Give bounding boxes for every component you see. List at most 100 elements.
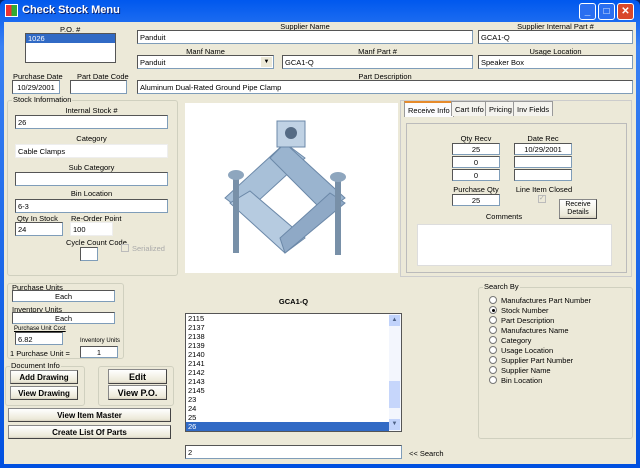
date-rec-input-2[interactable] [514, 156, 572, 168]
search-by-option[interactable]: Category [489, 335, 591, 345]
results-listbox[interactable]: 2115 2137 2138 2139 2140 2141 2142 2143 2145 23 24… [185, 313, 402, 432]
search-button[interactable]: << Search [409, 449, 444, 458]
maximize-button[interactable]: □ [598, 3, 615, 20]
manf-name-value: Panduit [140, 58, 166, 67]
result-item[interactable]: 25 [186, 413, 389, 422]
part-date-code-input[interactable] [70, 80, 127, 94]
title-bar[interactable]: Check Stock Menu _ □ ✕ [0, 0, 640, 22]
scroll-down-icon[interactable]: ▼ [389, 419, 400, 430]
manf-part-input[interactable]: GCA1-Q [282, 55, 473, 69]
tab-inv-fields[interactable]: Inv Fields [513, 101, 554, 116]
purchase-units-input[interactable]: Each [12, 290, 115, 302]
close-button[interactable]: ✕ [617, 3, 634, 20]
result-item[interactable]: 2145 [186, 386, 389, 395]
search-by-option[interactable]: Manufactures Part Number [489, 295, 591, 305]
serialized-checkbox[interactable] [121, 244, 129, 252]
result-item[interactable]: 2141 [186, 359, 389, 368]
po-item[interactable]: 1026 [26, 34, 115, 43]
search-by-option[interactable]: Supplier Name [489, 365, 591, 375]
cycle-count-code-input[interactable] [80, 247, 98, 261]
comments-label: Comments [485, 212, 523, 221]
radio-button-icon[interactable] [489, 376, 497, 384]
date-rec-input-3[interactable] [514, 169, 572, 181]
serialized-label: Serialized [132, 244, 165, 253]
view-drawing-button[interactable]: View Drawing [10, 386, 78, 400]
internal-stock-input[interactable]: 26 [15, 115, 168, 129]
result-item[interactable]: 2140 [186, 350, 389, 359]
scroll-thumb[interactable] [389, 381, 400, 408]
tab-pricing[interactable]: Pricing [485, 101, 516, 116]
category-input[interactable]: Cable Clamps [15, 144, 168, 158]
radio-button-icon[interactable] [489, 296, 497, 304]
pipe-clamp-image [224, 120, 346, 255]
search-by-option-label: Supplier Part Number [501, 355, 574, 365]
supplier-internal-part-input[interactable]: GCA1-Q [478, 30, 633, 44]
radio-button-icon[interactable] [489, 356, 497, 364]
view-po-button[interactable]: View P.O. [108, 385, 167, 400]
search-by-option-label: Usage Location [501, 345, 554, 355]
purchase-date-input[interactable]: 10/29/2001 [12, 80, 60, 94]
inventory-units-conv-input[interactable]: 1 [80, 346, 118, 358]
radio-button-icon[interactable] [489, 336, 497, 344]
search-by-option-label: Stock Number [501, 305, 549, 315]
purchase-unit-conversion-label: 1 Purchase Unit = [10, 349, 70, 358]
result-item[interactable]: 24 [186, 404, 389, 413]
radio-button-icon[interactable] [489, 346, 497, 354]
radio-button-icon[interactable] [489, 366, 497, 374]
create-list-of-parts-button[interactable]: Create List Of Parts [8, 425, 171, 439]
qty-in-stock-input[interactable]: 24 [15, 222, 63, 236]
search-by-option[interactable]: Usage Location [489, 345, 591, 355]
usage-location-input[interactable]: Speaker Box [478, 55, 633, 69]
supplier-name-input[interactable]: Panduit [137, 30, 473, 44]
result-item[interactable]: 2115 [186, 314, 389, 323]
view-item-master-button[interactable]: View Item Master [8, 408, 171, 422]
qty-recv-input-1[interactable]: 25 [452, 143, 500, 155]
tab-cart-info[interactable]: Cart Info [451, 101, 488, 116]
inventory-units-input[interactable]: Each [12, 312, 115, 324]
chevron-down-icon[interactable]: ▼ [261, 57, 272, 67]
date-rec-label: Date Rec [527, 134, 559, 143]
tab-receive-info[interactable]: Receive Info [404, 101, 454, 117]
result-item[interactable]: 2138 [186, 332, 389, 341]
result-item[interactable]: 2139 [186, 341, 389, 350]
result-item[interactable]: 23 [186, 395, 389, 404]
reorder-point-input[interactable]: 100 [70, 222, 113, 236]
search-by-option[interactable]: Stock Number [489, 305, 591, 315]
search-input[interactable]: 2 [185, 445, 402, 459]
po-listbox[interactable]: 1026 [25, 33, 116, 63]
comments-textarea[interactable] [417, 224, 612, 266]
manf-name-select[interactable]: Panduit ▼ [137, 55, 274, 69]
search-by-option[interactable]: Bin Location [489, 375, 591, 385]
result-item[interactable]: 26 [186, 422, 389, 431]
part-description-input[interactable]: Aluminum Dual-Rated Ground Pipe Clamp [137, 80, 633, 94]
search-by-option[interactable]: Part Description [489, 315, 591, 325]
results-scrollbar[interactable]: ▲ ▼ [389, 314, 401, 431]
line-item-closed-label: Line Item Closed [515, 185, 573, 194]
inventory-units-conv-label: Inventory Units [80, 338, 121, 344]
result-item[interactable]: 2143 [186, 377, 389, 386]
search-by-option[interactable]: Supplier Part Number [489, 355, 591, 365]
sub-category-input[interactable] [15, 172, 168, 186]
search-by-option-label: Supplier Name [501, 365, 551, 375]
receive-details-button[interactable]: Receive Details [559, 199, 597, 219]
qty-recv-input-2[interactable]: 0 [452, 156, 500, 168]
bin-location-input[interactable]: 6-3 [15, 199, 168, 213]
qty-recv-input-3[interactable]: 0 [452, 169, 500, 181]
line-item-closed-checkbox[interactable]: ✓ [538, 195, 546, 203]
radio-button-icon[interactable] [489, 306, 497, 314]
search-by-option[interactable]: Manufactures Name [489, 325, 591, 335]
result-item[interactable]: 2142 [186, 368, 389, 377]
edit-button[interactable]: Edit [108, 369, 167, 384]
minimize-button[interactable]: _ [579, 3, 596, 20]
app-icon [5, 4, 18, 17]
result-item[interactable]: 2137 [186, 323, 389, 332]
radio-button-icon[interactable] [489, 316, 497, 324]
purchase-qty-input[interactable]: 25 [452, 194, 500, 206]
client-area: P.O. # 1026 Supplier Name Panduit Suppli… [4, 22, 636, 464]
search-by-option-label: Part Description [501, 315, 555, 325]
date-rec-input-1[interactable]: 10/29/2001 [514, 143, 572, 155]
scroll-up-icon[interactable]: ▲ [389, 315, 400, 326]
add-drawing-button[interactable]: Add Drawing [10, 370, 78, 384]
radio-button-icon[interactable] [489, 326, 497, 334]
purchase-unit-cost-input[interactable]: 6.82 [15, 332, 63, 345]
